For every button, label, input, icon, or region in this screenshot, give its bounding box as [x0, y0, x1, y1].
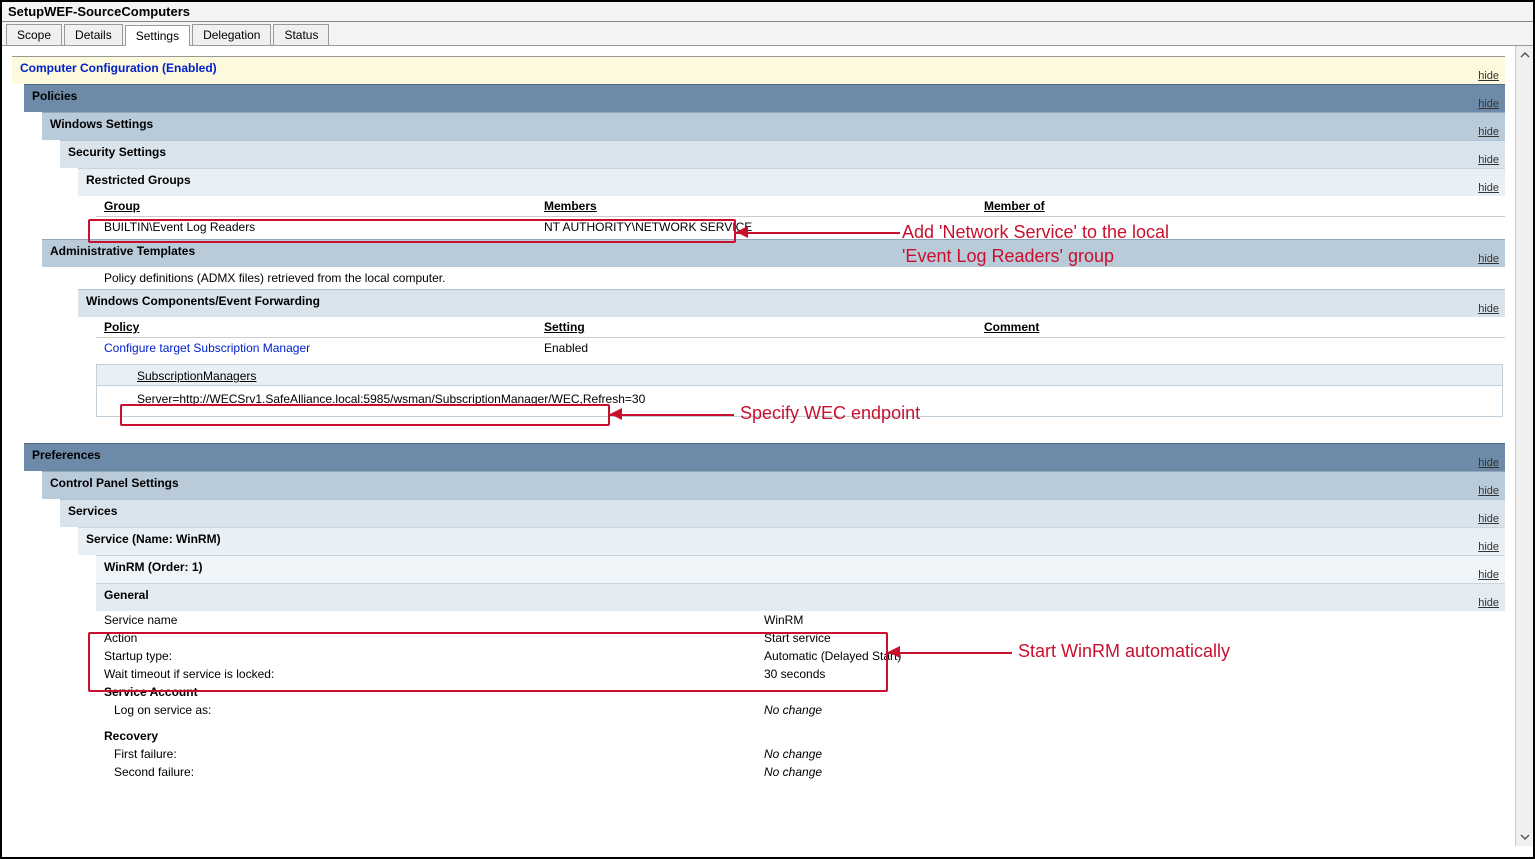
section-label: Policies — [32, 89, 77, 103]
section-preferences[interactable]: Preferences hide — [24, 443, 1505, 471]
subscription-box: SubscriptionManagers Server=http://WECSr… — [96, 364, 1503, 417]
col-group: Group — [104, 199, 544, 213]
hide-link[interactable]: hide — [1478, 303, 1499, 315]
hide-link[interactable]: hide — [1478, 597, 1499, 609]
section-windows-settings[interactable]: Windows Settings hide — [42, 112, 1505, 140]
section-services[interactable]: Services hide — [60, 499, 1505, 527]
scroll-down-button[interactable] — [1516, 828, 1533, 846]
hide-link[interactable]: hide — [1478, 253, 1499, 265]
col-policy: Policy — [104, 320, 544, 334]
sub-value: Server=http://WECSrv1.SafeAlliance.local… — [137, 392, 645, 406]
section-label: WinRM (Order: 1) — [104, 560, 203, 574]
sub-header: SubscriptionManagers — [137, 369, 256, 383]
tab-details[interactable]: Details — [64, 24, 123, 45]
prop-label: Second failure: — [104, 765, 764, 779]
report-tree: Computer Configuration (Enabled) hide Po… — [2, 46, 1515, 846]
cell-setting: Enabled — [544, 341, 984, 355]
prop-value: 30 seconds — [764, 667, 1505, 681]
section-general[interactable]: General hide — [96, 583, 1505, 611]
section-label: Security Settings — [68, 145, 166, 159]
section-winrm-order[interactable]: WinRM (Order: 1) hide — [96, 555, 1505, 583]
prop-label: Wait timeout if service is locked: — [104, 667, 764, 681]
section-label: Control Panel Settings — [50, 476, 179, 490]
admx-note: Policy definitions (ADMX files) retrieve… — [96, 267, 1505, 289]
prop-section: Recovery — [104, 729, 764, 743]
policy-table: Policy Setting Comment Configure target … — [96, 317, 1505, 358]
section-label: Computer Configuration (Enabled) — [20, 61, 217, 75]
hide-link[interactable]: hide — [1478, 485, 1499, 497]
prop-label: Service name — [104, 613, 764, 627]
section-label: Windows Components/Event Forwarding — [86, 294, 320, 308]
hide-link[interactable]: hide — [1478, 541, 1499, 553]
vertical-scrollbar[interactable] — [1515, 46, 1533, 846]
section-label: General — [104, 588, 149, 602]
window-title: SetupWEF-SourceComputers — [2, 2, 1533, 22]
hide-link[interactable]: hide — [1478, 457, 1499, 469]
tab-strip: Scope Details Settings Delegation Status — [2, 22, 1533, 46]
cell-members: NT AUTHORITY\NETWORK SERVICE — [544, 220, 984, 234]
tab-scope[interactable]: Scope — [6, 24, 62, 45]
col-comment: Comment — [984, 320, 1505, 334]
section-win-components[interactable]: Windows Components/Event Forwarding hide — [78, 289, 1505, 317]
prop-label: First failure: — [104, 747, 764, 761]
restricted-table: Group Members Member of BUILTIN\Event Lo… — [96, 196, 1505, 237]
section-label: Restricted Groups — [86, 173, 191, 187]
section-computer-config[interactable]: Computer Configuration (Enabled) hide — [12, 56, 1505, 84]
prop-section: Service Account — [104, 685, 764, 699]
tab-status[interactable]: Status — [273, 24, 329, 45]
hide-link[interactable]: hide — [1478, 98, 1499, 110]
col-members: Members — [544, 199, 984, 213]
hide-link[interactable]: hide — [1478, 182, 1499, 194]
hide-link[interactable]: hide — [1478, 569, 1499, 581]
hide-link[interactable]: hide — [1478, 126, 1499, 138]
section-security-settings[interactable]: Security Settings hide — [60, 140, 1505, 168]
prop-value: Start service — [764, 631, 1505, 645]
section-label: Services — [68, 504, 117, 518]
prop-value: No change — [764, 747, 1505, 761]
cell-memberof — [984, 220, 1505, 234]
prop-value: No change — [764, 703, 1505, 717]
chevron-down-icon — [1520, 832, 1530, 842]
general-props: Service nameWinRM ActionStart service St… — [96, 611, 1505, 781]
col-setting: Setting — [544, 320, 984, 334]
section-label: Preferences — [32, 448, 101, 462]
prop-value: Automatic (Delayed Start) — [764, 649, 1505, 663]
gpo-report-window: SetupWEF-SourceComputers Scope Details S… — [0, 0, 1535, 859]
section-restricted-groups[interactable]: Restricted Groups hide — [78, 168, 1505, 196]
cell-comment — [984, 341, 1505, 355]
tab-delegation[interactable]: Delegation — [192, 24, 271, 45]
section-control-panel[interactable]: Control Panel Settings hide — [42, 471, 1505, 499]
hide-link[interactable]: hide — [1478, 70, 1499, 82]
prop-value: WinRM — [764, 613, 1505, 627]
section-label: Windows Settings — [50, 117, 153, 131]
chevron-up-icon — [1520, 50, 1530, 60]
scroll-up-button[interactable] — [1516, 46, 1533, 64]
prop-label: Log on service as: — [104, 703, 764, 717]
report-content: Computer Configuration (Enabled) hide Po… — [2, 46, 1533, 846]
section-admin-templates[interactable]: Administrative Templates hide — [42, 239, 1505, 267]
prop-value: No change — [764, 765, 1505, 779]
hide-link[interactable]: hide — [1478, 513, 1499, 525]
cell-group: BUILTIN\Event Log Readers — [104, 220, 544, 234]
section-service-winrm[interactable]: Service (Name: WinRM) hide — [78, 527, 1505, 555]
prop-label: Action — [104, 631, 764, 645]
tab-settings[interactable]: Settings — [125, 25, 190, 46]
section-label: Service (Name: WinRM) — [86, 532, 221, 546]
col-memberof: Member of — [984, 199, 1505, 213]
hide-link[interactable]: hide — [1478, 154, 1499, 166]
section-label: Administrative Templates — [50, 244, 195, 258]
cell-policy-link[interactable]: Configure target Subscription Manager — [104, 341, 544, 355]
section-policies[interactable]: Policies hide — [24, 84, 1505, 112]
prop-label: Startup type: — [104, 649, 764, 663]
